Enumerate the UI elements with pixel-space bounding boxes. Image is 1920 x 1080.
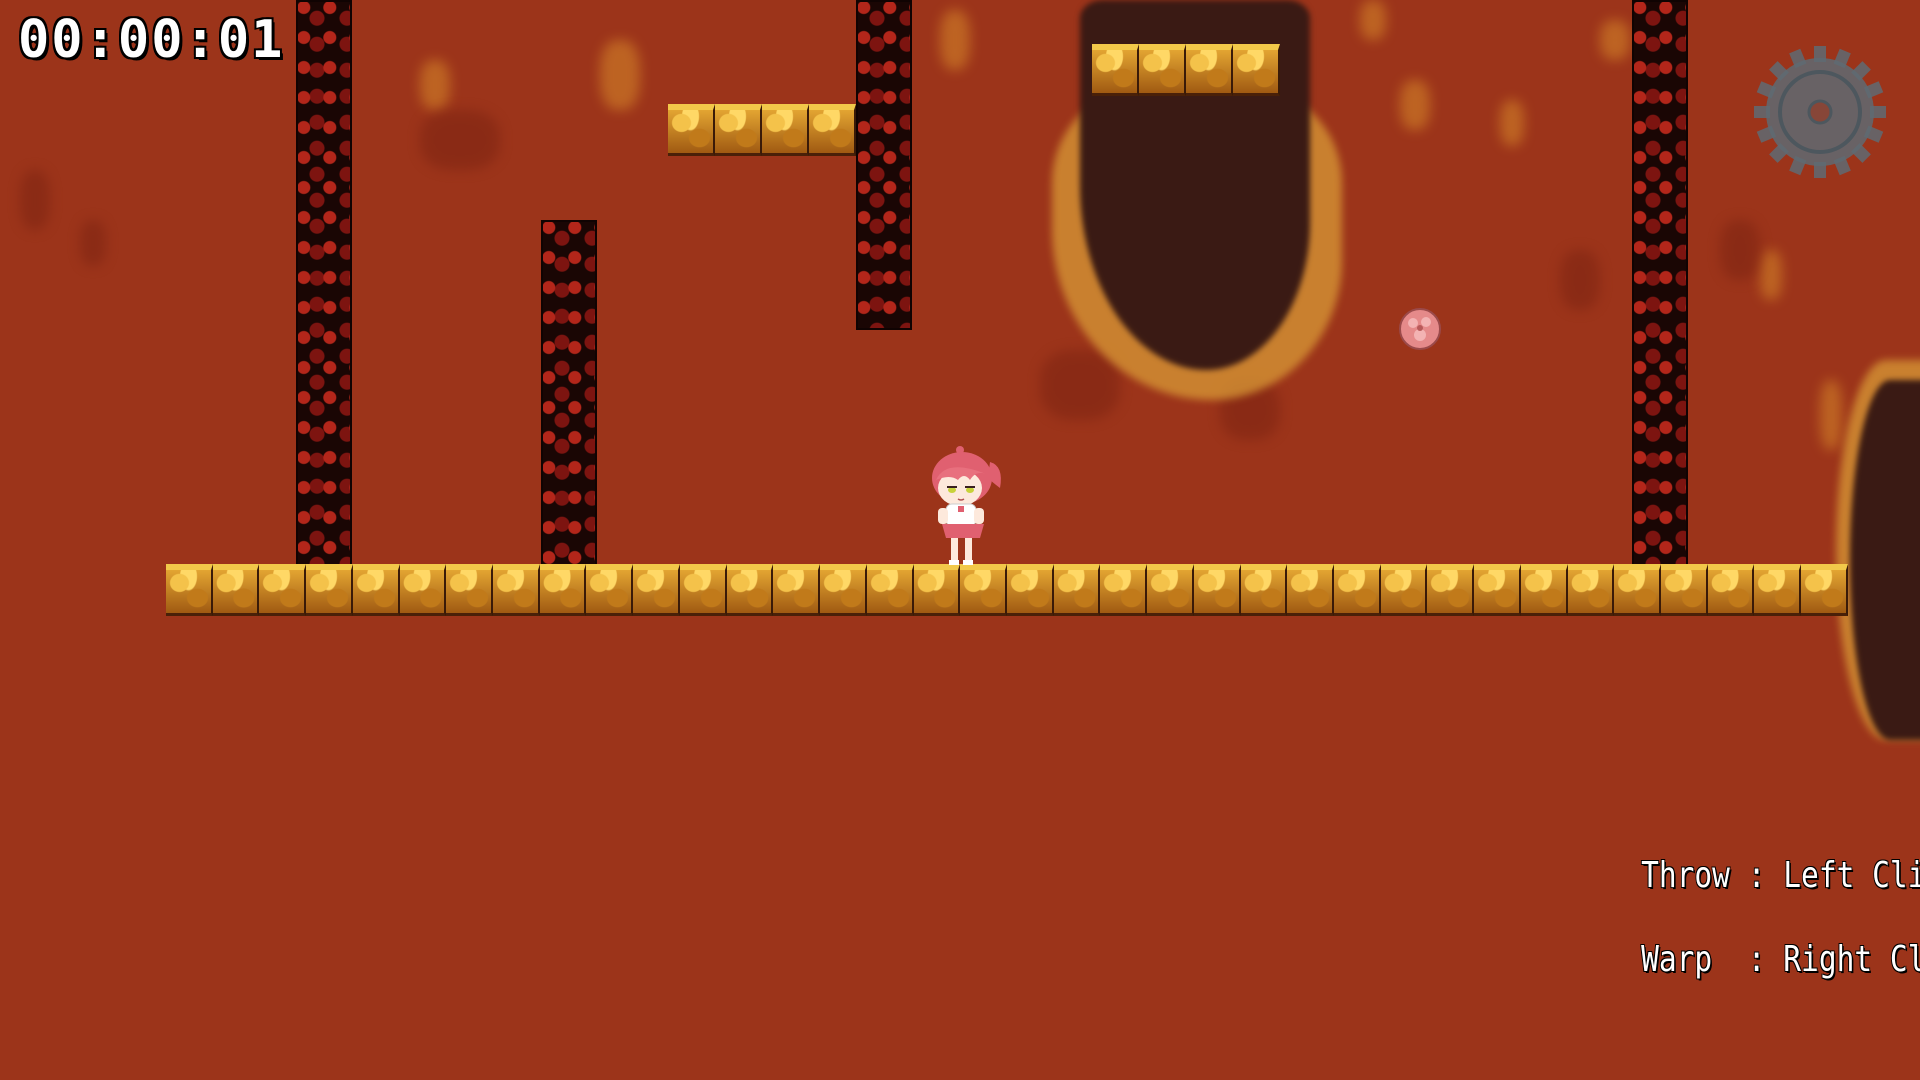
platform-block [679, 564, 727, 616]
warp-label: Warp [1641, 939, 1713, 980]
warp-control-hint: Warp : Right Click [1570, 898, 1920, 1021]
platform-block [1193, 564, 1241, 616]
platform-block [1186, 44, 1233, 96]
platform-block [633, 564, 680, 616]
platform-block [773, 564, 821, 616]
platform-block [668, 104, 715, 156]
platform-block [866, 564, 914, 616]
platform-block [1233, 44, 1280, 96]
platform-block [1333, 564, 1381, 616]
background-fleck [420, 60, 450, 110]
platform-block [1006, 564, 1054, 616]
platform-block [399, 564, 447, 616]
background-fleck [1600, 20, 1630, 60]
platform-block [1147, 564, 1194, 616]
elapsed-timer: 00:00:01 [18, 10, 285, 70]
background-fleck [420, 110, 500, 170]
platform-block [1520, 564, 1568, 616]
background-fleck [1760, 250, 1782, 300]
background-fleck [80, 220, 106, 266]
gear-tooth [1814, 162, 1826, 178]
platform-block [726, 564, 774, 616]
platform-block [1139, 44, 1186, 96]
platform-block [809, 104, 856, 156]
background-fleck [1400, 80, 1430, 130]
background-fleck [600, 40, 640, 110]
platform-block [1567, 564, 1615, 616]
background-fleck [1560, 250, 1600, 310]
platform-block [1092, 44, 1139, 96]
background-fleck [1360, 0, 1386, 40]
pink-orb-item [1399, 308, 1441, 350]
platform-block [913, 564, 961, 616]
platform-block [1380, 564, 1428, 616]
platform-block [539, 564, 587, 616]
platform-block [259, 564, 307, 616]
platform-block [446, 564, 494, 616]
platform-block [586, 564, 634, 616]
background-fleck [1040, 350, 1120, 420]
background-fleck [1720, 220, 1760, 280]
platform-block [1754, 564, 1802, 616]
floating-platform [668, 104, 856, 156]
platform-block [1707, 564, 1755, 616]
platform-block [1474, 564, 1521, 616]
throw-label: Throw [1641, 855, 1730, 896]
background-fleck [20, 170, 50, 230]
platform-block [166, 564, 213, 616]
lava-pillar [856, 0, 912, 330]
platform-block [352, 564, 400, 616]
gear-tooth [1870, 106, 1886, 118]
edge-rock [1850, 380, 1920, 740]
platform-block [715, 104, 762, 156]
gear-tooth [1754, 106, 1770, 118]
platform-block [1614, 564, 1661, 616]
throw-separator: : [1729, 855, 1784, 896]
lava-pillar [296, 0, 352, 566]
platform-block [212, 564, 260, 616]
platform-block [762, 104, 809, 156]
platform-block [1801, 564, 1848, 616]
warp-separator: : [1712, 939, 1784, 980]
platform-block [1427, 564, 1475, 616]
lava-pillar [541, 220, 597, 566]
platform-block [1100, 564, 1148, 616]
player-character [932, 446, 1001, 565]
background-fleck [940, 10, 970, 70]
warp-action: Right Click [1783, 939, 1920, 980]
platform-block [820, 564, 867, 616]
lava-pillar [1632, 0, 1688, 566]
platform-block [1240, 564, 1288, 616]
background-fleck [1500, 100, 1524, 146]
game-stage[interactable]: 00:00:01 Throw : Left Click Warp : Right… [0, 0, 1920, 1080]
gear-tooth [1814, 46, 1826, 62]
gear-icon[interactable] [1752, 44, 1888, 180]
platform-block [306, 564, 353, 616]
floating-platform [1092, 44, 1280, 96]
throw-action: Left Click [1783, 855, 1920, 896]
platform-block [960, 564, 1007, 616]
platform-block [1661, 564, 1708, 616]
ground-platform [166, 564, 1848, 616]
platform-block [1287, 564, 1334, 616]
platform-block [493, 564, 540, 616]
platform-block [1053, 564, 1101, 616]
background-fleck [1820, 380, 1842, 450]
